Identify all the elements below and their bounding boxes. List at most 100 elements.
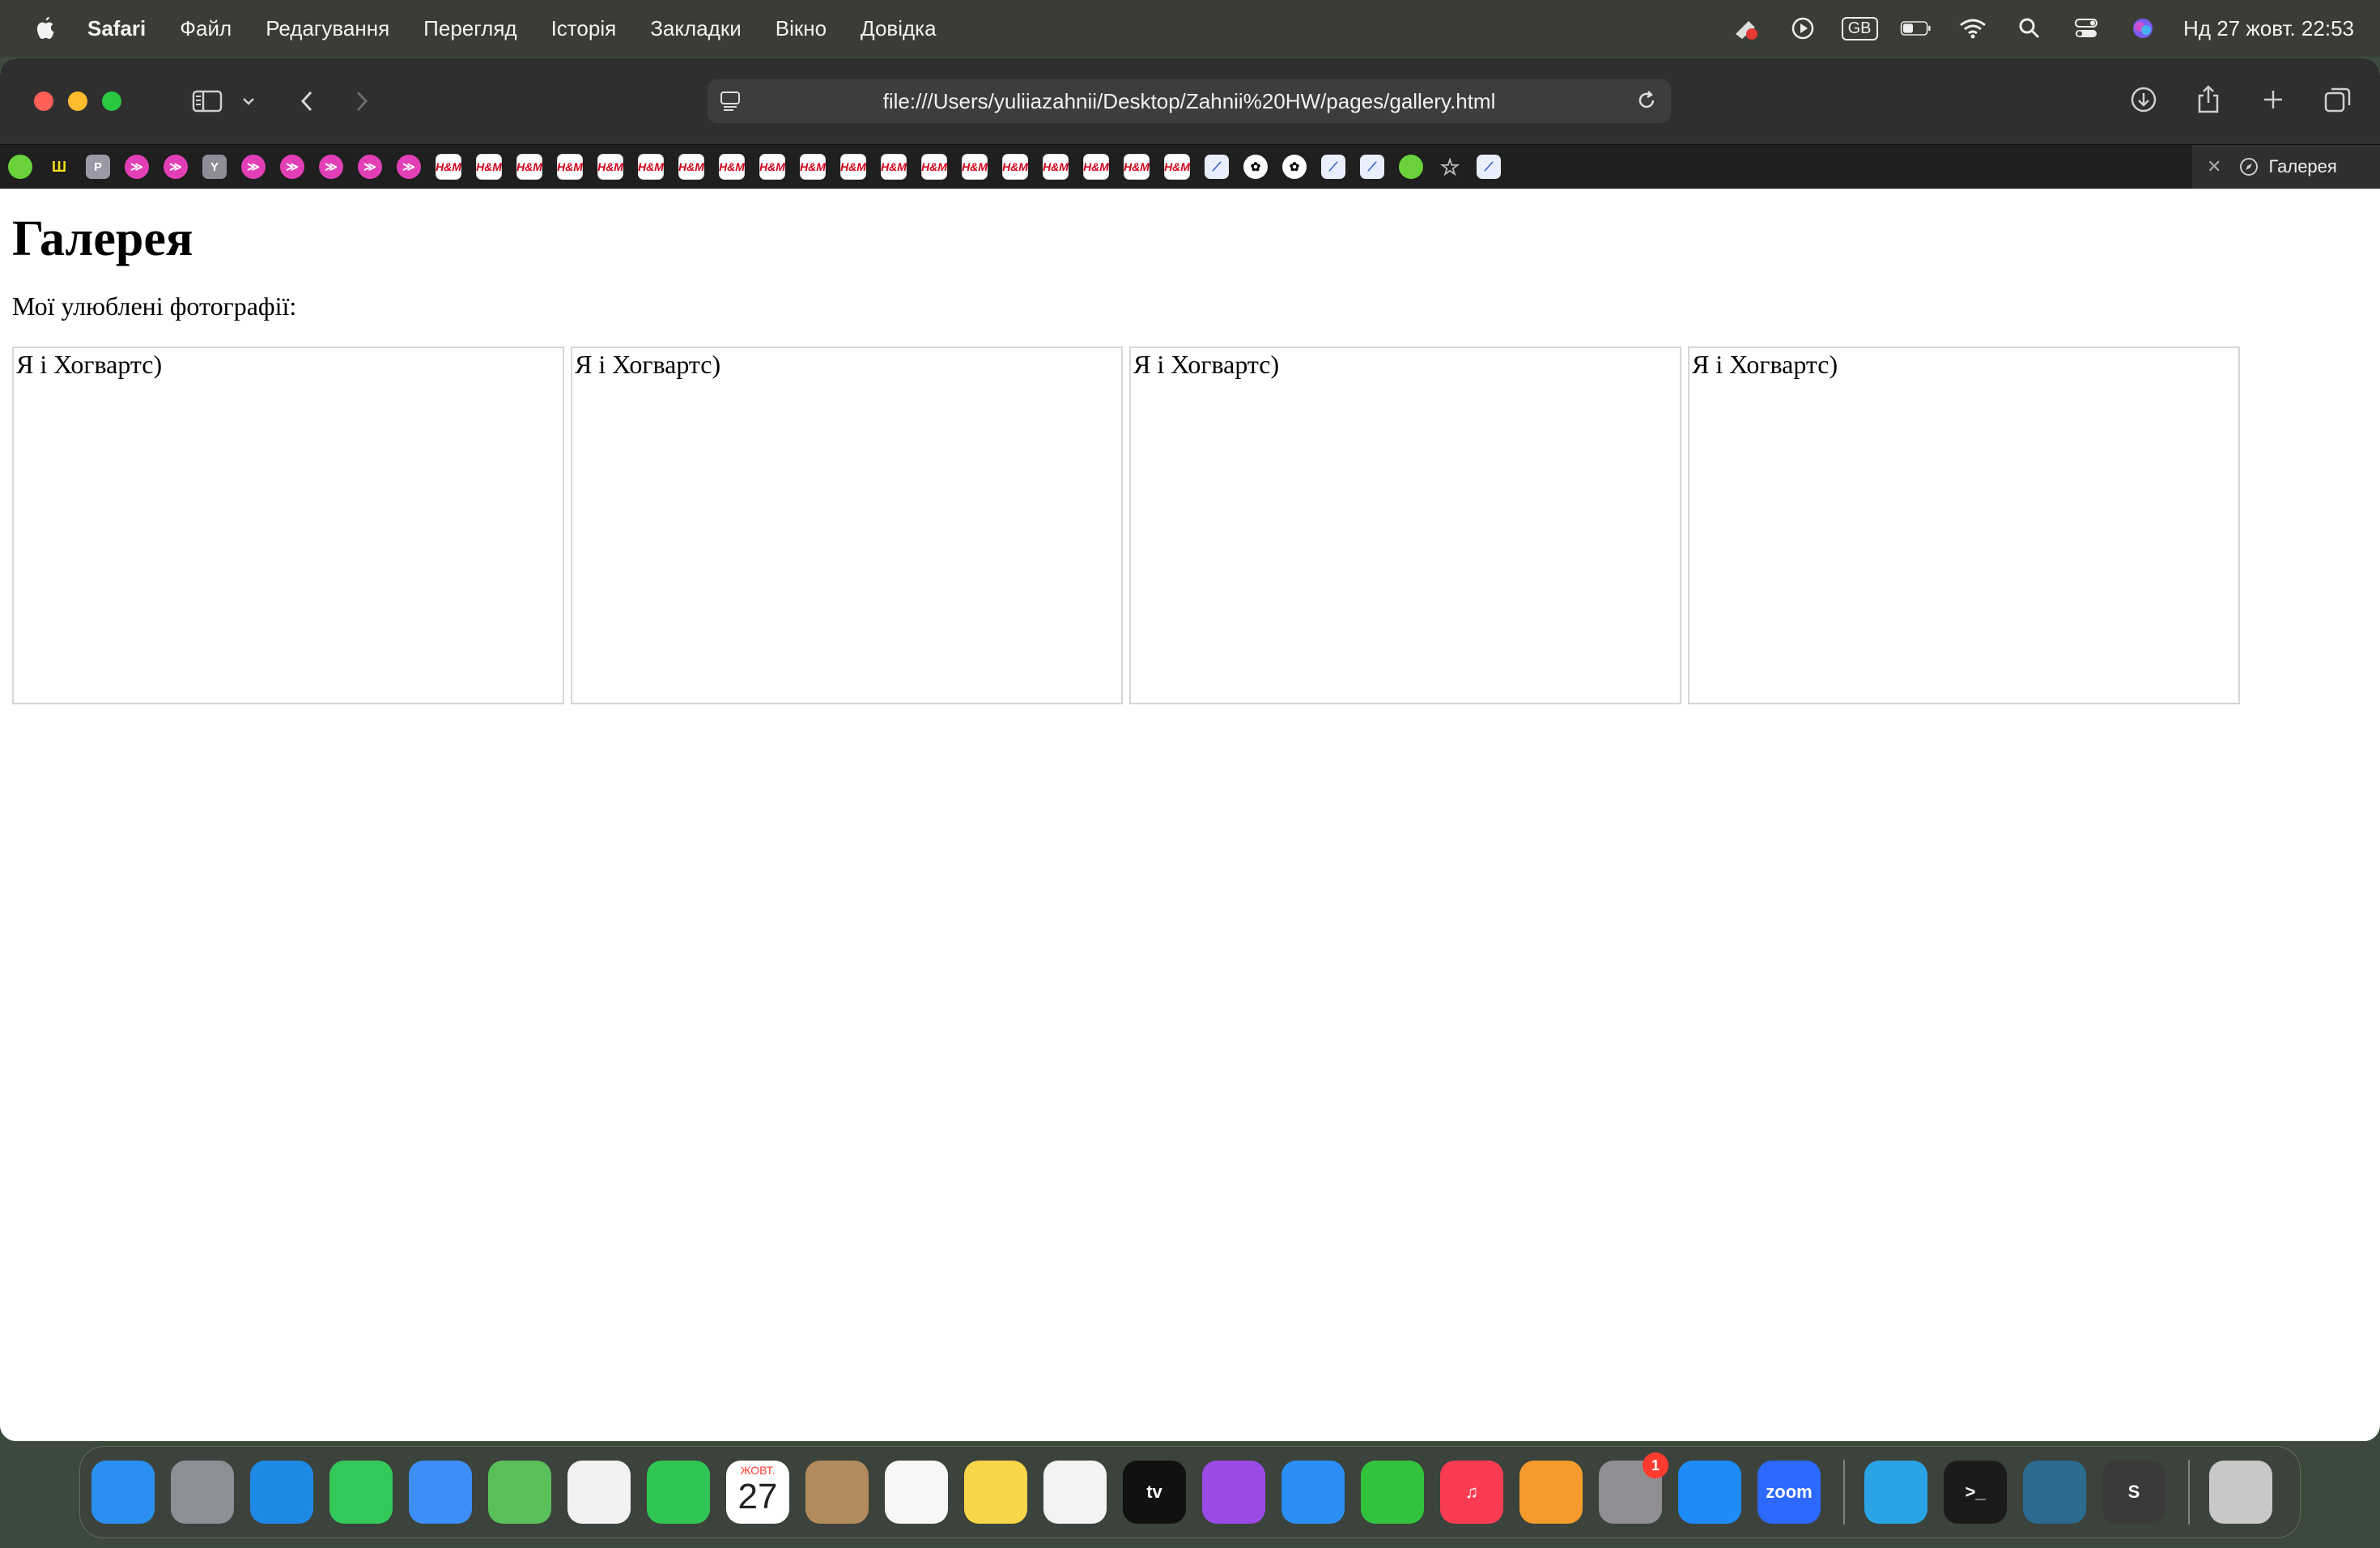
menu-bar-clock[interactable]: Нд 27 жовт. 22:53 xyxy=(2183,16,2354,41)
gallery-image[interactable]: Я і Хогвартс) xyxy=(12,347,564,704)
back-button[interactable] xyxy=(295,81,319,121)
keynote-icon[interactable] xyxy=(1281,1461,1345,1524)
sublime-text-icon[interactable]: S xyxy=(2102,1461,2165,1524)
play-circle-icon[interactable] xyxy=(1787,15,1819,42)
hm-favicon[interactable]: H&M xyxy=(638,154,664,180)
app-store-icon[interactable] xyxy=(1678,1461,1741,1524)
launchpad-icon[interactable] xyxy=(171,1461,234,1524)
pink-favicon[interactable]: ≫ xyxy=(164,155,188,179)
menu-edit[interactable]: Редагування xyxy=(266,16,389,41)
terminal-icon[interactable]: >_ xyxy=(1944,1461,2007,1524)
pink-favicon[interactable]: ≫ xyxy=(280,155,304,179)
hm-favicon[interactable]: H&M xyxy=(678,154,704,180)
zoom-window-button[interactable] xyxy=(102,91,121,111)
spotlight-search-icon[interactable] xyxy=(2013,15,2046,42)
hm-favicon[interactable]: H&M xyxy=(800,154,826,180)
music-icon[interactable]: ♫ xyxy=(1440,1461,1503,1524)
star-favicon[interactable]: ☆ xyxy=(1438,155,1462,180)
maps-icon[interactable] xyxy=(488,1461,551,1524)
close-window-button[interactable] xyxy=(34,91,53,111)
slash-favicon[interactable]: ⟋ xyxy=(1321,155,1345,179)
finder-icon[interactable] xyxy=(91,1461,155,1524)
gallery-image[interactable]: Я і Хогвартс) xyxy=(571,347,1123,704)
menu-file[interactable]: Файл xyxy=(180,16,232,41)
wifi-icon[interactable] xyxy=(1957,15,1989,42)
safari-icon[interactable] xyxy=(250,1461,313,1524)
contacts-icon[interactable] xyxy=(805,1461,869,1524)
menu-view[interactable]: Перегляд xyxy=(423,16,516,41)
gallery-image[interactable]: Я і Хогвартс) xyxy=(1129,347,1681,704)
chevron-down-icon[interactable] xyxy=(236,81,261,121)
zoom-icon[interactable]: zoom xyxy=(1757,1461,1821,1524)
mysql-workbench-icon[interactable] xyxy=(2023,1461,2086,1524)
reminders-icon[interactable] xyxy=(885,1461,948,1524)
green-circle-favicon[interactable] xyxy=(1399,155,1423,179)
hm-favicon[interactable]: H&M xyxy=(962,154,988,180)
downloads-icon[interactable] xyxy=(2127,79,2160,120)
numbers-icon[interactable] xyxy=(1361,1461,1424,1524)
calendar-icon[interactable]: ЖОВТ. 27 xyxy=(726,1461,789,1524)
facetime-icon[interactable] xyxy=(647,1461,710,1524)
keyboard-layout-indicator[interactable]: GB xyxy=(1841,15,1878,42)
system-settings-icon[interactable]: 1 xyxy=(1599,1452,1668,1524)
tab-overview-icon[interactable] xyxy=(2322,79,2354,120)
hm-favicon[interactable]: H&M xyxy=(921,154,947,180)
slash-favicon[interactable]: ⟋ xyxy=(1477,155,1501,179)
address-bar[interactable]: file:///Users/yuliiazahnii/Desktop/Zahni… xyxy=(708,79,1671,123)
trash-icon[interactable] xyxy=(2209,1461,2272,1524)
gallery-image[interactable]: Я і Хогвартс) xyxy=(1688,347,2240,704)
slash-favicon[interactable]: ⟋ xyxy=(1205,155,1229,179)
freeform-icon[interactable] xyxy=(1043,1461,1107,1524)
mail-icon[interactable] xyxy=(409,1461,472,1524)
podcasts-icon[interactable] xyxy=(1202,1461,1265,1524)
status-app-icon[interactable] xyxy=(1730,15,1762,42)
y-favicon[interactable]: Y xyxy=(202,155,227,179)
battery-icon[interactable] xyxy=(1900,15,1932,42)
green-circle-favicon[interactable] xyxy=(8,155,32,179)
pink-favicon[interactable]: ≫ xyxy=(319,155,343,179)
pink-favicon[interactable]: ≫ xyxy=(125,155,149,179)
hm-favicon[interactable]: H&M xyxy=(557,154,583,180)
hm-favicon[interactable]: H&M xyxy=(1043,154,1069,180)
appletv-icon[interactable]: tv xyxy=(1123,1461,1186,1524)
yellow-logo-favicon[interactable]: Ш xyxy=(47,155,71,179)
pink-favicon[interactable]: ≫ xyxy=(241,155,266,179)
hm-favicon[interactable]: H&M xyxy=(436,154,461,180)
tab-gallery[interactable]: ✕ Галерея xyxy=(2192,145,2380,189)
menu-bookmarks[interactable]: Закладки xyxy=(650,16,742,41)
hm-favicon[interactable]: H&M xyxy=(840,154,866,180)
chatgpt-favicon[interactable]: ✿ xyxy=(1282,155,1307,179)
pages-icon[interactable] xyxy=(1519,1461,1583,1524)
menu-app-name[interactable]: Safari xyxy=(87,16,146,41)
hm-favicon[interactable]: H&M xyxy=(759,154,785,180)
slash-favicon[interactable]: ⟋ xyxy=(1360,155,1384,179)
chatgpt-favicon[interactable]: ✿ xyxy=(1243,155,1268,179)
forward-button[interactable] xyxy=(350,81,374,121)
pink-favicon[interactable]: ≫ xyxy=(397,155,421,179)
reload-icon[interactable] xyxy=(1634,87,1660,113)
menu-help[interactable]: Довідка xyxy=(861,16,937,41)
minimize-window-button[interactable] xyxy=(68,91,87,111)
hm-favicon[interactable]: H&M xyxy=(597,154,623,180)
control-center-icon[interactable] xyxy=(2070,15,2102,42)
hm-favicon[interactable]: H&M xyxy=(1083,154,1109,180)
hm-favicon[interactable]: H&M xyxy=(1124,154,1150,180)
hm-favicon[interactable]: H&M xyxy=(476,154,502,180)
apple-logo-icon[interactable] xyxy=(31,14,58,43)
hm-favicon[interactable]: H&M xyxy=(516,154,542,180)
pink-favicon[interactable]: ≫ xyxy=(358,155,382,179)
menu-history[interactable]: Історія xyxy=(551,16,617,41)
photos-icon[interactable] xyxy=(567,1461,631,1524)
siri-icon[interactable] xyxy=(2127,15,2159,42)
hm-favicon[interactable]: H&M xyxy=(719,154,745,180)
messages-icon[interactable] xyxy=(329,1461,393,1524)
hm-favicon[interactable]: H&M xyxy=(1002,154,1028,180)
close-tab-icon[interactable]: ✕ xyxy=(2207,156,2221,177)
hm-favicon[interactable]: H&M xyxy=(1164,154,1190,180)
share-icon[interactable] xyxy=(2192,79,2225,120)
notes-icon[interactable] xyxy=(964,1461,1027,1524)
hm-favicon[interactable]: H&M xyxy=(881,154,907,180)
menu-window[interactable]: Вікно xyxy=(776,16,827,41)
p-favicon[interactable]: P xyxy=(86,155,110,179)
new-tab-plus-icon[interactable] xyxy=(2257,79,2289,120)
